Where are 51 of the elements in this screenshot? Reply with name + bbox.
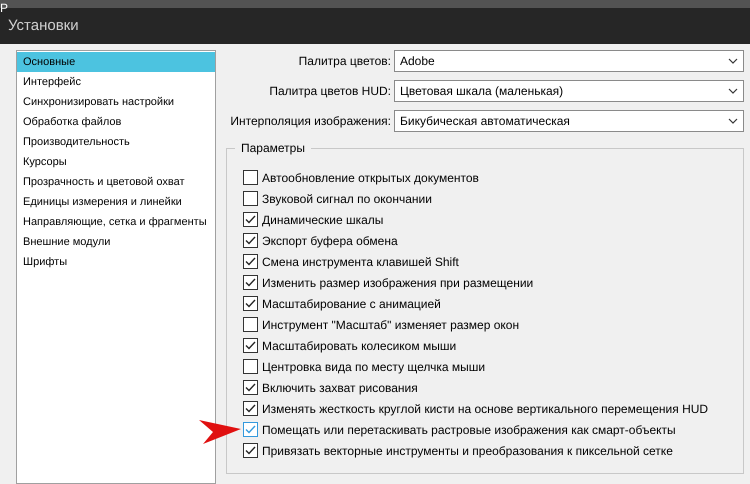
checkbox-label: Автообновление открытых документов <box>262 170 479 186</box>
sidebar-item[interactable]: Единицы измерения и линейки <box>17 192 215 212</box>
app-text: P <box>0 2 8 14</box>
chevron-down-icon <box>728 118 738 124</box>
checkbox-label: Экспорт буфера обмена <box>262 232 398 250</box>
checkbox-label: Инструмент "Масштаб" изменяет размер окон <box>262 316 520 334</box>
checkbox[interactable] <box>243 338 258 353</box>
checkbox[interactable] <box>243 233 258 248</box>
sidebar-item[interactable]: Внешние модули <box>17 232 215 252</box>
window-title: Установки <box>8 16 79 36</box>
checkbox[interactable] <box>243 359 258 374</box>
arrow-drawing <box>197 418 243 446</box>
sidebar-item[interactable]: Основные <box>17 52 215 72</box>
field-label: Палитра цветов HUD: <box>268 83 392 100</box>
checkbox[interactable] <box>243 380 258 395</box>
checkbox-label: Помещать или перетаскивать растровые изображения как смарт-объекты <box>262 422 676 438</box>
sidebar-item[interactable]: Курсоры <box>17 152 215 172</box>
sidebar-item[interactable]: Обработка файлов <box>17 112 215 132</box>
checkbox-label: Центровка вида по месту щелчка мыши <box>262 358 486 376</box>
dropdown[interactable]: Цветовая шкала (маленькая) <box>394 80 744 102</box>
checkbox-label: Звуковой сигнал по окончании <box>262 190 432 208</box>
checkbox[interactable] <box>243 254 258 269</box>
checkbox-label: Включить захват рисования <box>262 380 418 396</box>
checkbox-label: Изменять жесткость круглой кисти на основе вертикального перемещения HUD <box>262 400 708 418</box>
checkbox[interactable] <box>243 191 258 206</box>
checkbox[interactable] <box>243 296 258 311</box>
checkbox-label: Масштабирование с анимацией <box>262 296 441 312</box>
sidebar-item[interactable]: Шрифты <box>17 252 215 272</box>
checkbox[interactable] <box>243 443 258 458</box>
chevron-down-icon <box>728 88 738 94</box>
checkbox-label: Изменить размер изображения при размещении <box>262 274 534 292</box>
checkbox[interactable] <box>243 212 258 227</box>
field-label: Интерполяция изображения: <box>229 113 392 130</box>
field-label: Палитра цветов: <box>298 53 392 70</box>
chevron-down-icon <box>728 58 738 64</box>
checkbox[interactable] <box>243 317 258 332</box>
checkbox[interactable] <box>243 275 258 290</box>
checkbox-label: Смена инструмента клавишей Shift <box>262 254 459 270</box>
checkbox-label: Динамические шкалы <box>262 212 384 228</box>
dropdown[interactable]: Adobe <box>394 50 744 72</box>
checkbox-label: Привязать векторные инструменты и преобразования к пиксельной сетке <box>262 442 673 460</box>
checkbox[interactable] <box>243 422 258 437</box>
sidebar-item[interactable]: Производительность <box>17 132 215 152</box>
sidebar-item[interactable]: Синхронизировать настройки <box>17 92 215 112</box>
sidebar-item[interactable]: Направляющие, сетка и фрагменты <box>17 212 215 232</box>
dropdown[interactable]: Бикубическая автоматическая <box>394 110 744 132</box>
checkbox[interactable] <box>243 170 258 185</box>
checkbox[interactable] <box>243 401 258 416</box>
checkbox-label: Масштабировать колесиком мыши <box>262 338 456 354</box>
sidebar-item[interactable]: Прозрачность и цветовой охват <box>17 172 215 192</box>
sidebar-item[interactable]: Интерфейс <box>17 72 215 92</box>
